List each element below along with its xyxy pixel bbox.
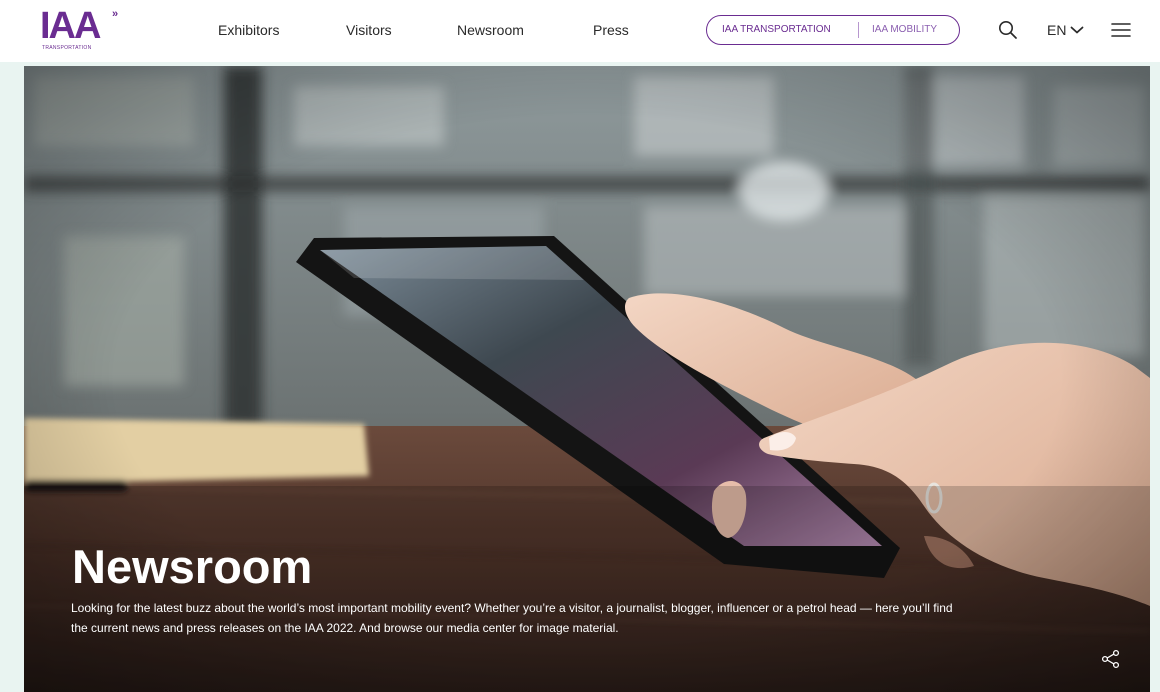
hamburger-menu-icon[interactable] [1110,20,1132,40]
hero-description: Looking for the latest buzz about the wo… [71,601,953,635]
nav-exhibitors[interactable]: Exhibitors [218,20,279,40]
chevron-down-icon [1070,22,1084,38]
hero-banner: Newsroom Looking for the latest buzz abo… [24,66,1150,692]
site-header: IAA » TRANSPORTATION Exhibitors Visitors… [0,0,1160,62]
nav-press[interactable]: Press [593,20,629,40]
search-icon[interactable] [997,19,1019,41]
logo-chevrons: » [112,8,119,20]
brand-switch: IAA TRANSPORTATION IAA MOBILITY [706,15,960,45]
hero-title: Newsroom [72,540,313,594]
logo-wordmark: IAA [40,5,101,47]
brand-divider [858,22,859,38]
brand-option-mobility[interactable]: IAA MOBILITY [872,24,937,36]
brand-option-transportation[interactable]: IAA TRANSPORTATION [722,24,831,36]
language-label: EN [1047,22,1067,38]
iaa-logo[interactable]: IAA » TRANSPORTATION [40,7,130,53]
logo-subtitle: TRANSPORTATION [42,45,92,51]
language-selector[interactable]: EN [1047,20,1084,40]
share-icon[interactable] [1100,648,1122,670]
nav-newsroom[interactable]: Newsroom [457,20,524,40]
nav-visitors[interactable]: Visitors [346,20,392,40]
